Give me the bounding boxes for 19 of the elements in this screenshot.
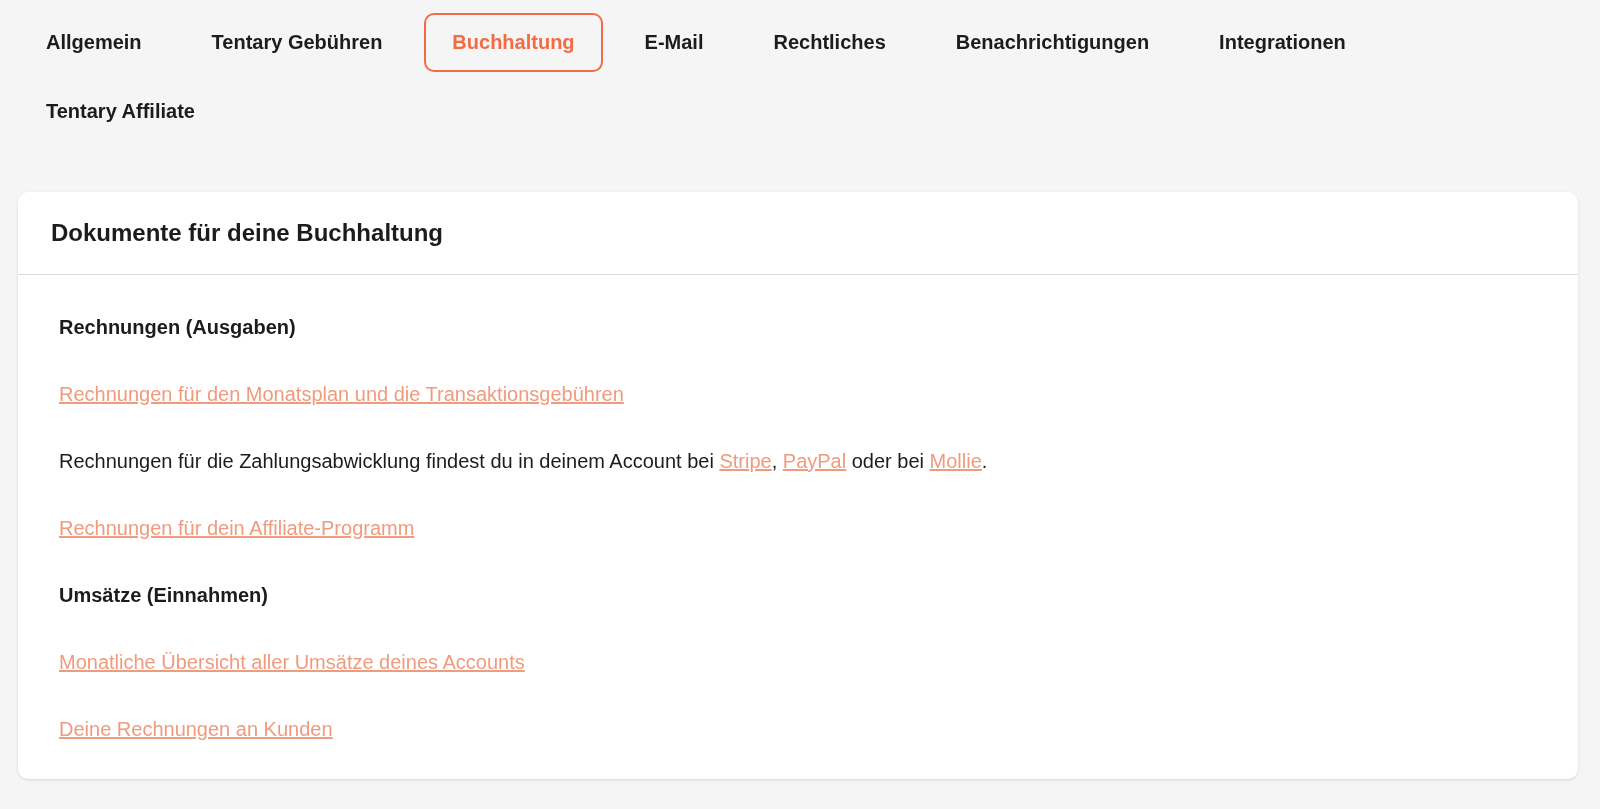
settings-tab[interactable]: Allgemein bbox=[18, 13, 170, 72]
section-heading: Umsätze (Einnahmen) bbox=[59, 583, 268, 608]
provider-link[interactable]: Stripe bbox=[719, 450, 772, 472]
provider-link[interactable]: PayPal bbox=[782, 450, 847, 472]
settings-tab[interactable]: Tentary Affiliate bbox=[18, 82, 223, 141]
document-link[interactable]: Rechnungen für den Monatsplan und die Transaktionsgebühren bbox=[59, 380, 624, 408]
card-title: Dokumente für deine Buchhaltung bbox=[51, 219, 443, 247]
settings-tab[interactable]: Buchhaltung bbox=[424, 13, 603, 72]
settings-tab[interactable]: Benachrichtigungen bbox=[927, 13, 1178, 72]
document-link[interactable]: Rechnungen für dein Affiliate-Programm bbox=[59, 514, 415, 542]
settings-tab[interactable]: E-Mail bbox=[616, 13, 732, 72]
section-heading: Rechnungen (Ausgaben) bbox=[59, 315, 296, 340]
provider-link[interactable]: Mollie bbox=[929, 450, 982, 472]
settings-tab[interactable]: Rechtliches bbox=[745, 13, 914, 72]
info-paragraph: Rechnungen für die Zahlungsabwicklung findest du in deinem Account bei Stripe, PayPal oder bei Mollie. bbox=[59, 449, 988, 474]
settings-tab[interactable]: Tentary Gebühren bbox=[183, 13, 411, 72]
settings-tab[interactable]: Integrationen bbox=[1191, 13, 1374, 72]
document-link[interactable]: Monatliche Übersicht aller Umsätze deines Accounts bbox=[59, 648, 525, 676]
document-link[interactable]: Deine Rechnungen an Kunden bbox=[59, 715, 333, 743]
